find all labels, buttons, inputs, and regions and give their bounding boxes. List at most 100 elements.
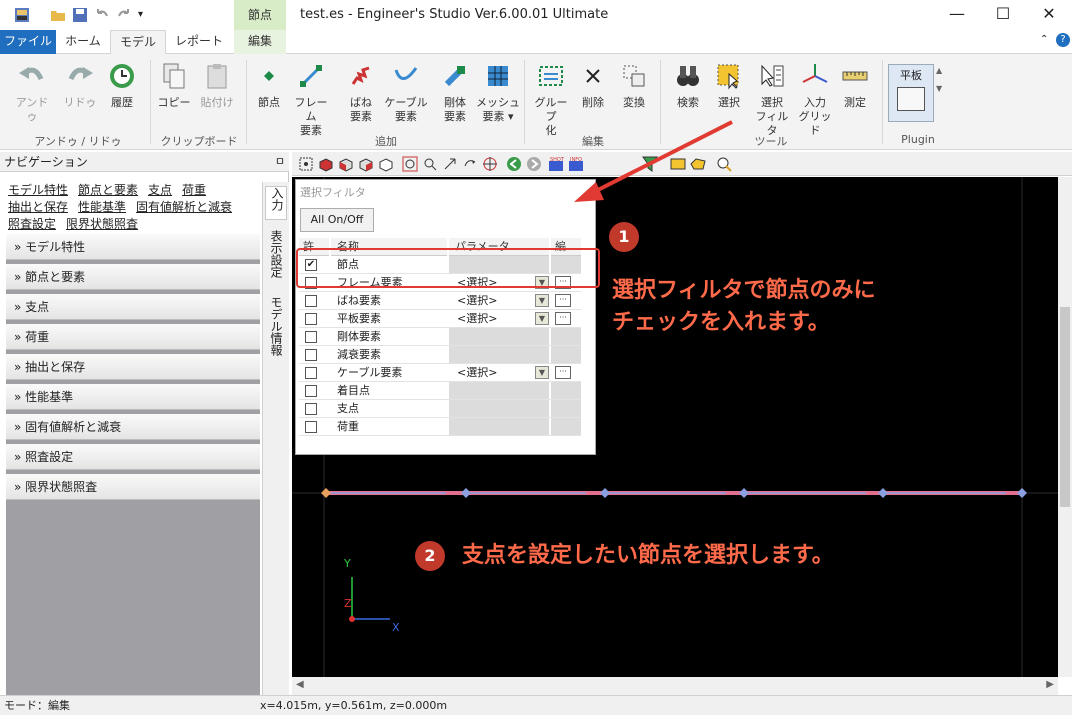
measure-button[interactable]: 測定	[838, 60, 872, 110]
pan-icon[interactable]	[442, 156, 458, 172]
node-marker[interactable]	[739, 488, 749, 498]
fit-view-icon[interactable]	[298, 156, 314, 172]
view-iso-icon[interactable]	[378, 156, 394, 172]
plugin-scroll-down-icon[interactable]: ▼	[936, 84, 942, 93]
maximize-button[interactable]: ☐	[980, 0, 1026, 30]
node-marker[interactable]	[600, 488, 610, 498]
selection-filter-button[interactable]: 選択 フィルタ	[752, 60, 792, 138]
back-icon[interactable]	[506, 156, 522, 172]
nav-link[interactable]: 照査設定	[8, 217, 56, 231]
nav-section[interactable]: » 荷重	[6, 324, 260, 350]
node-marker[interactable]	[321, 488, 331, 498]
redo-qat-icon[interactable]	[116, 7, 132, 23]
nav-link[interactable]: 節点と要素	[78, 183, 138, 197]
add-frame-button[interactable]: フレーム 要素	[290, 60, 332, 138]
scroll-right-icon[interactable]: ▶	[1046, 679, 1054, 690]
tab-home[interactable]: ホーム	[58, 30, 108, 54]
dropdown-icon[interactable]: ▼	[535, 366, 549, 379]
filter-checkbox[interactable]	[305, 403, 317, 415]
nav-link[interactable]: 固有値解析と減衰	[136, 200, 232, 214]
nav-section[interactable]: » 限界状態照査	[6, 474, 260, 500]
forward-icon[interactable]	[526, 156, 542, 172]
filter-row-param[interactable]: <選択>	[449, 364, 549, 381]
vertical-scrollbar[interactable]	[1058, 177, 1072, 677]
view-top-icon[interactable]	[358, 156, 374, 172]
ribbon-separator	[882, 60, 883, 144]
nav-section[interactable]: » 支点	[6, 294, 260, 320]
filter-checkbox[interactable]	[305, 331, 317, 343]
nav-section[interactable]: » モデル特性	[6, 234, 260, 260]
tab-model[interactable]: モデル	[110, 30, 166, 55]
minimize-button[interactable]: —	[934, 0, 980, 30]
delete-button[interactable]: 削除	[576, 60, 610, 110]
add-cable-button[interactable]: ケーブル 要素	[382, 60, 430, 124]
horizontal-scrollbar[interactable]: ◀ ▶	[292, 677, 1058, 695]
add-rigid-button[interactable]: 剛体 要素	[436, 60, 474, 124]
scroll-left-icon[interactable]: ◀	[296, 679, 304, 690]
node-marker[interactable]	[461, 488, 471, 498]
nav-section[interactable]: » 照査設定	[6, 444, 260, 470]
add-mesh-button[interactable]: メッシュ 要素 ▾	[476, 60, 520, 124]
filter-checkbox[interactable]	[305, 313, 317, 325]
history-button[interactable]: 履歴	[104, 60, 140, 110]
more-icon[interactable]: ···	[555, 312, 571, 325]
collapse-ribbon-icon[interactable]: ⌃	[1040, 34, 1048, 45]
undo-qat-icon[interactable]	[94, 7, 110, 23]
all-on-off-button[interactable]: All On/Off	[300, 208, 374, 232]
filter-checkbox[interactable]	[305, 295, 317, 307]
more-icon[interactable]: ···	[555, 366, 571, 379]
nav-link[interactable]: 性能基準	[78, 200, 126, 214]
nav-link[interactable]: 限界状態照査	[66, 217, 138, 231]
close-button[interactable]: ✕	[1026, 0, 1072, 30]
dropdown-icon[interactable]: ▼	[535, 312, 549, 325]
center-icon[interactable]	[482, 156, 498, 172]
nav-section[interactable]: » 節点と要素	[6, 264, 260, 290]
rotate-icon[interactable]	[462, 156, 478, 172]
filter-checkbox[interactable]	[305, 349, 317, 361]
transform-button[interactable]: 変換	[614, 60, 654, 110]
filter-checkbox[interactable]	[305, 385, 317, 397]
nav-section[interactable]: » 固有値解析と減衰	[6, 414, 260, 440]
redo-button[interactable]: リドゥ	[60, 60, 100, 110]
filter-checkbox[interactable]	[305, 367, 317, 379]
filter-checkbox[interactable]	[305, 421, 317, 433]
more-icon[interactable]: ···	[555, 294, 571, 307]
node-marker[interactable]	[1017, 488, 1027, 498]
filter-row-param[interactable]: <選択>	[449, 310, 549, 327]
nav-link[interactable]: 荷重	[182, 183, 206, 197]
add-node-button[interactable]: 節点	[252, 60, 286, 110]
nav-link[interactable]: モデル特性	[8, 183, 68, 197]
view-side-icon[interactable]	[338, 156, 354, 172]
dropdown-icon[interactable]: ▼	[535, 294, 549, 307]
search-button[interactable]: 検索	[670, 60, 706, 110]
nav-link[interactable]: 抽出と保存	[8, 200, 68, 214]
plate-plugin-button[interactable]: 平板	[888, 64, 934, 122]
filter-row-param[interactable]: <選択>	[449, 292, 549, 309]
vtab-display-settings[interactable]: 表示設定	[267, 230, 285, 290]
qat-dropdown-icon[interactable]: ▾	[138, 7, 154, 23]
pin-icon[interactable]: ㅁ	[275, 152, 285, 172]
node-marker[interactable]	[878, 488, 888, 498]
save-icon[interactable]	[72, 7, 88, 23]
vtab-model-info[interactable]: モデル情報	[267, 296, 285, 360]
copy-button[interactable]: コピー	[156, 60, 192, 110]
scroll-thumb[interactable]	[1060, 307, 1070, 507]
tab-edit[interactable]: 編集	[234, 30, 286, 54]
nav-section[interactable]: » 性能基準	[6, 384, 260, 410]
undo-button[interactable]: アンドゥ	[12, 60, 52, 124]
nav-section[interactable]: » 抽出と保存	[6, 354, 260, 380]
tab-report[interactable]: レポート	[168, 30, 230, 54]
plugin-scroll-up-icon[interactable]: ▲	[936, 66, 942, 75]
zoom-window-icon[interactable]	[402, 156, 418, 172]
paste-button[interactable]: 貼付け	[196, 60, 238, 110]
nav-link[interactable]: 支点	[148, 183, 172, 197]
select-button[interactable]: 選択	[712, 60, 746, 110]
vtab-input[interactable]: 入力	[265, 186, 287, 220]
view-front-icon[interactable]	[318, 156, 334, 172]
add-spring-button[interactable]: ばね 要素	[342, 60, 380, 124]
open-icon[interactable]	[50, 7, 66, 23]
zoom-out-icon[interactable]	[422, 156, 438, 172]
tab-file[interactable]: ファイル	[0, 30, 56, 54]
help-icon[interactable]: ?	[1056, 33, 1070, 47]
input-grid-button[interactable]: 入力 グリッド	[796, 60, 834, 138]
